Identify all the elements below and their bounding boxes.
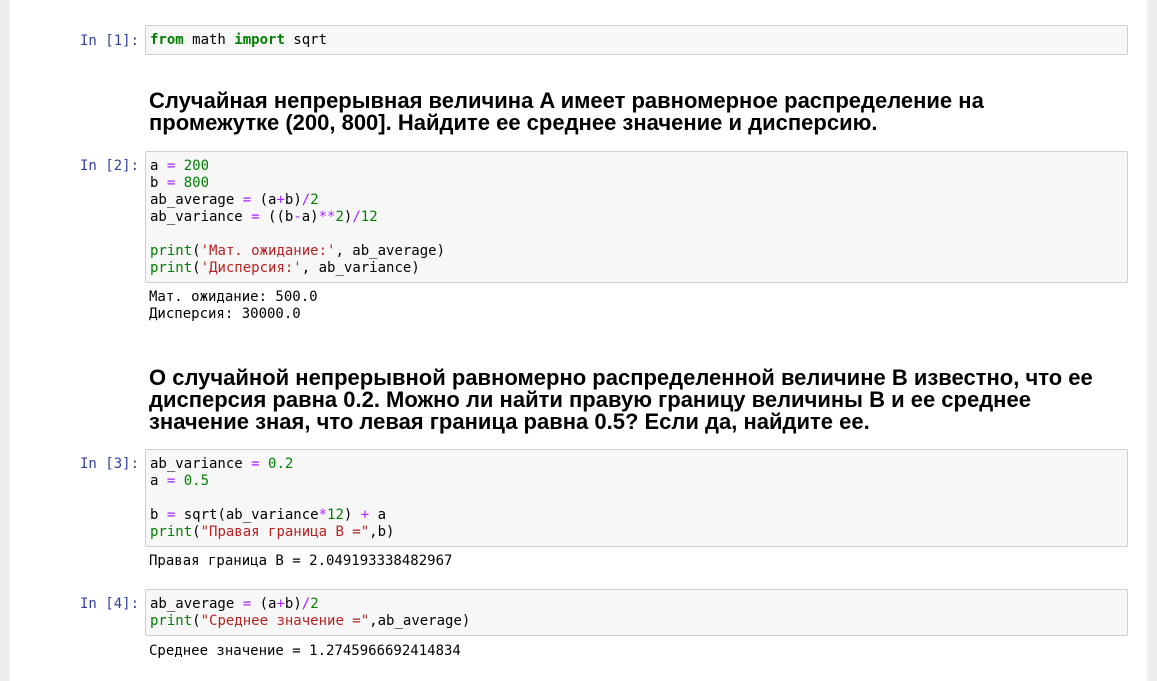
markdown-heading: Случайная непрерывная величина A имеет р…: [149, 88, 984, 135]
code-line: print("Правая граница B =",b): [150, 524, 395, 540]
code-input[interactable]: from math import sqrt: [145, 25, 1128, 55]
cell-prompt: In [3]:: [80, 456, 140, 472]
notebook: In [1]: from math import sqrt Случайная …: [10, 0, 1147, 681]
code-line: a = 0.5: [150, 473, 210, 489]
output-line: Дисперсия: 30000.0: [149, 306, 301, 322]
code-line: from math import sqrt: [150, 32, 328, 48]
code-line: ab_variance = 0.2: [150, 456, 294, 472]
code-input[interactable]: ab_average = (a+b)/2 print("Среднее знач…: [145, 589, 1128, 636]
output-line: Мат. ожидание: 500.0: [149, 289, 318, 305]
markdown-heading: О случайной непрерывной равномерно распр…: [149, 365, 1093, 434]
code-input[interactable]: ab_variance = 0.2 a = 0.5 b = sqrt(ab_va…: [145, 449, 1128, 547]
code-line: print("Среднее значение =",ab_average): [150, 613, 471, 629]
cell-prompt: In [2]:: [80, 158, 140, 174]
cell-output: Среднее значение = 1.2745966692414834: [149, 643, 461, 659]
cell-prompt: In [4]:: [80, 596, 140, 612]
code-line: b = 800: [150, 175, 210, 191]
code-line: b = sqrt(ab_variance*12) + a: [150, 507, 387, 523]
cell-output: Правая граница B = 2.049193338482967: [149, 553, 453, 569]
cell-output: Мат. ожидание: 500.0 Дисперсия: 30000.0: [149, 289, 318, 323]
code-line: ab_average = (a+b)/2: [150, 596, 319, 612]
cell-prompt: In [1]:: [80, 33, 140, 49]
code-line: print('Мат. ожидание:', ab_average): [150, 243, 446, 259]
code-line: ab_variance = ((b-a)**2)/12: [150, 209, 378, 225]
code-line: print('Дисперсия:', ab_variance): [150, 260, 420, 276]
code-line: a = 200: [150, 158, 210, 174]
code-line: ab_average = (a+b)/2: [150, 192, 319, 208]
code-input[interactable]: a = 200 b = 800 ab_average = (a+b)/2 ab_…: [145, 151, 1128, 283]
